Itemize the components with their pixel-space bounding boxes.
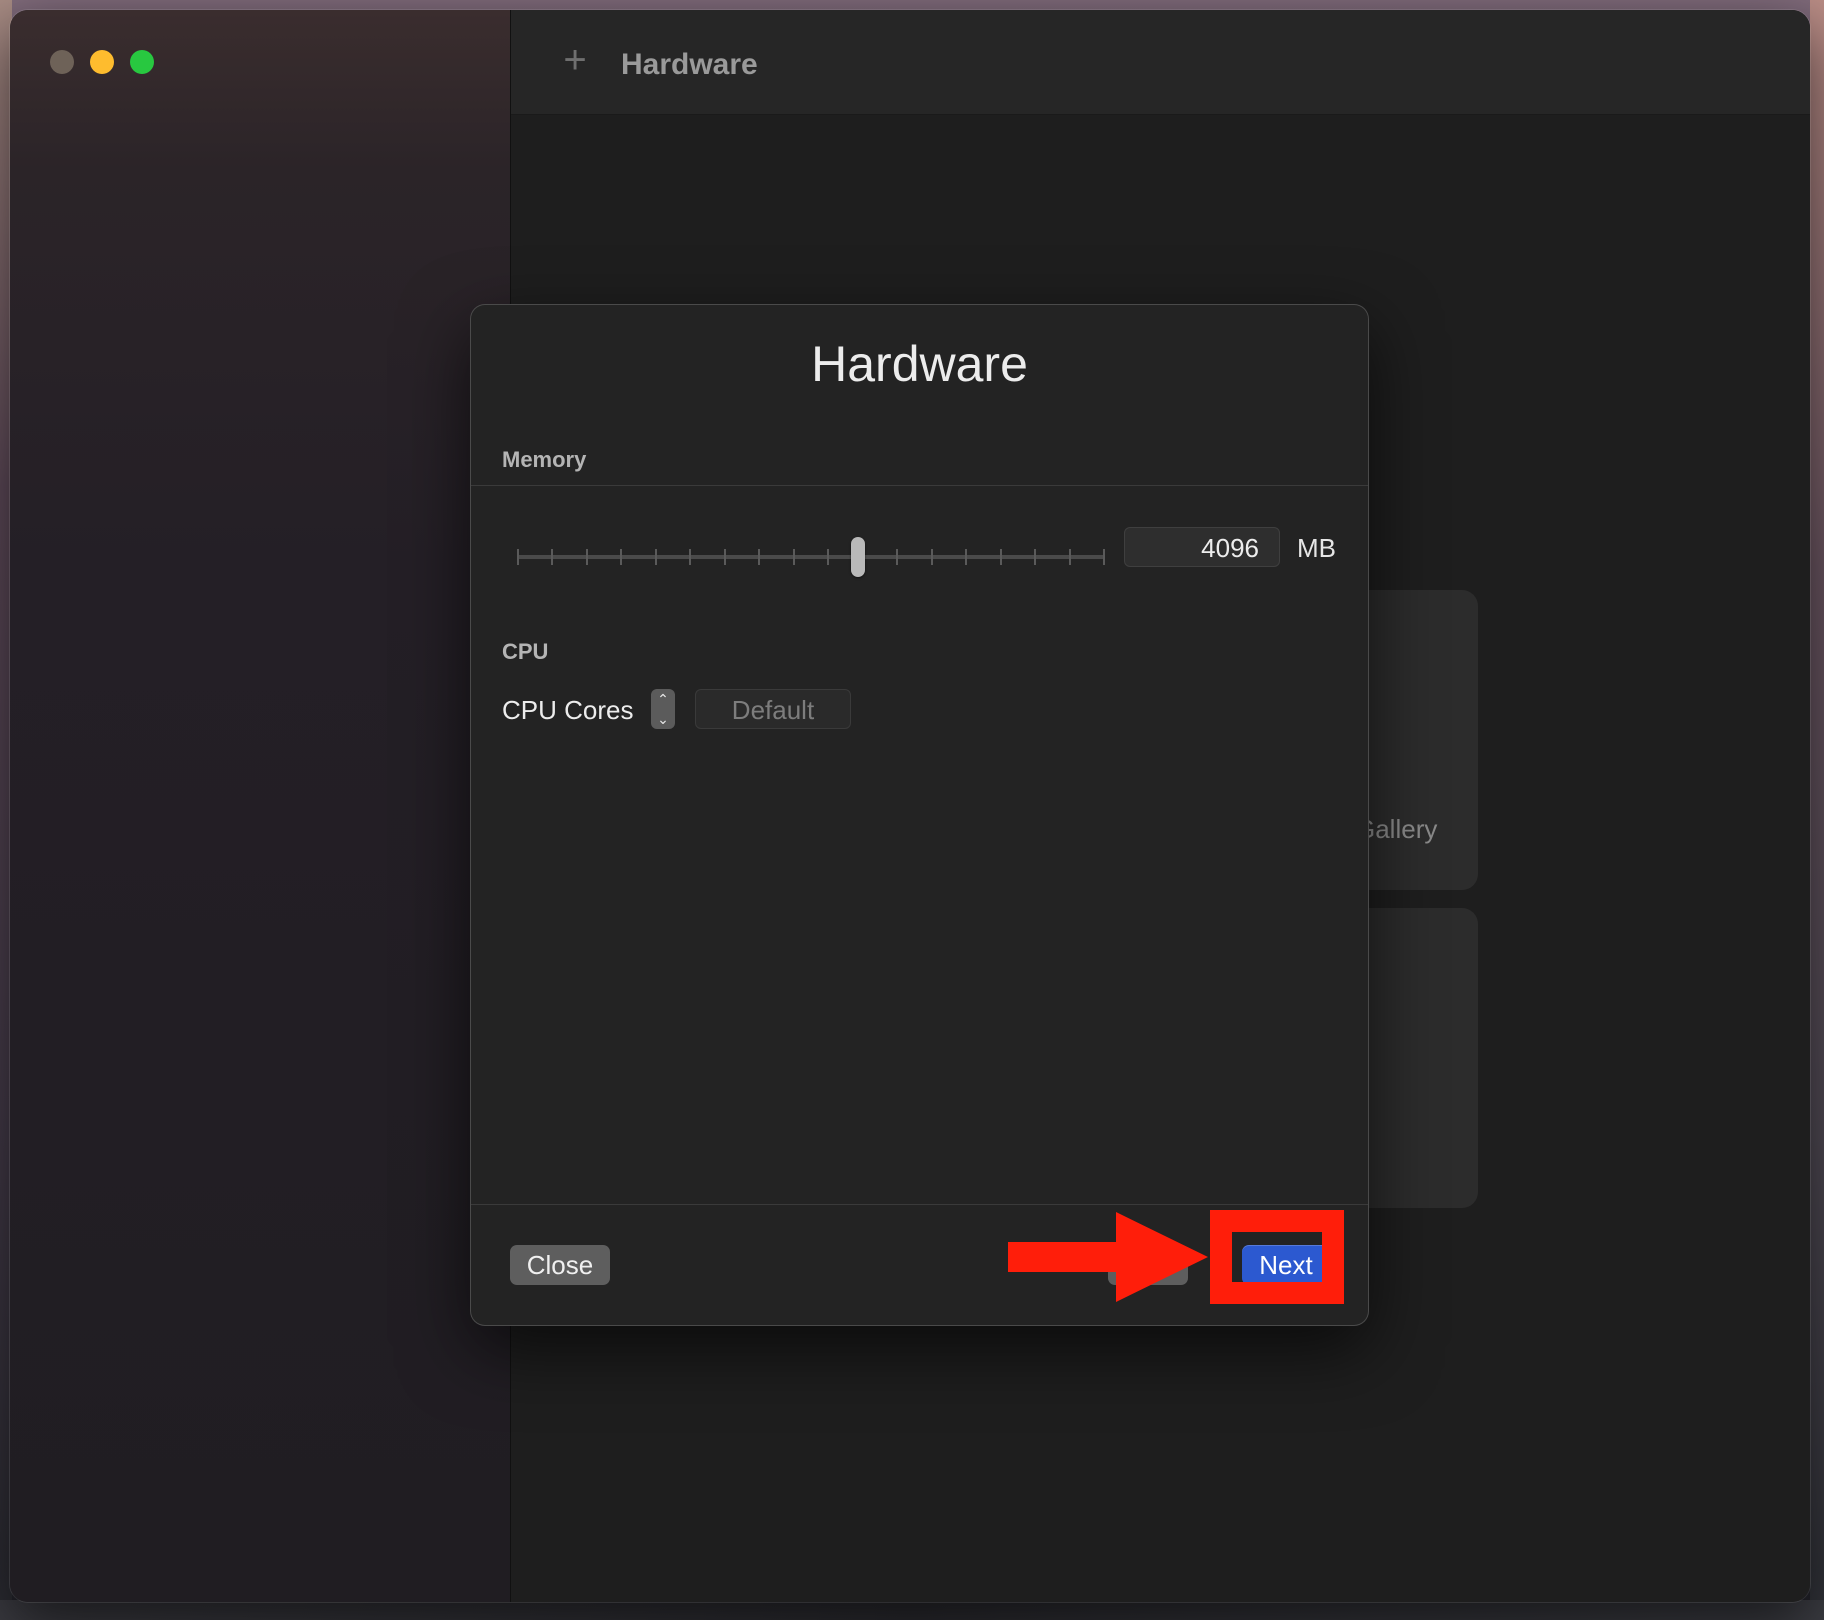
slider-tick bbox=[1068, 549, 1071, 565]
cpu-cores-label: CPU Cores bbox=[502, 695, 634, 725]
slider-tick bbox=[792, 549, 795, 565]
slider-tick bbox=[551, 549, 554, 565]
slider-tick bbox=[517, 549, 519, 565]
slider-tick bbox=[758, 549, 761, 565]
slider-thumb[interactable] bbox=[851, 537, 866, 577]
slider-tick bbox=[965, 549, 968, 565]
slider-tick bbox=[585, 549, 588, 565]
slider-tick bbox=[723, 549, 726, 565]
sidebar bbox=[10, 10, 511, 1602]
window-minimize-button[interactable] bbox=[90, 50, 114, 74]
slider-tick bbox=[620, 549, 623, 565]
close-button[interactable]: Close bbox=[510, 1245, 610, 1285]
desktop-wallpaper-right bbox=[1810, 0, 1824, 1620]
hardware-dialog: Hardware Memory 4096 MB CPU CPU Cores ⌃ … bbox=[471, 305, 1368, 1325]
slider-tick bbox=[654, 549, 657, 565]
memory-section-label: Memory bbox=[502, 447, 587, 472]
cpu-section-label: CPU bbox=[502, 639, 549, 664]
toolbar-title: Hardware bbox=[621, 48, 758, 81]
memory-unit-label: MB bbox=[1297, 533, 1336, 563]
slider-tick bbox=[827, 549, 830, 565]
app-window: + Hardware Gallery Hardware Memory 4096 … bbox=[10, 10, 1810, 1602]
slider-tick bbox=[1103, 549, 1105, 565]
cpu-cores-stepper[interactable]: ⌃ ⌄ bbox=[651, 689, 675, 729]
window-zoom-button[interactable] bbox=[130, 50, 154, 74]
slider-tick bbox=[930, 549, 933, 565]
cpu-cores-field[interactable]: Default bbox=[695, 689, 851, 729]
slider-tick bbox=[1034, 549, 1037, 565]
slider-tick bbox=[896, 549, 899, 565]
toolbar: + Hardware bbox=[511, 10, 1810, 115]
window-close-button[interactable] bbox=[50, 50, 74, 74]
desktop-wallpaper-bottom bbox=[0, 1600, 1824, 1620]
plus-icon[interactable]: + bbox=[555, 40, 595, 80]
chevron-up-icon[interactable]: ⌃ bbox=[651, 689, 675, 709]
dialog-title: Hardware bbox=[811, 336, 1028, 392]
memory-value-field[interactable]: 4096 bbox=[1124, 527, 1280, 567]
slider-track bbox=[517, 555, 1105, 559]
slider-tick bbox=[689, 549, 692, 565]
divider bbox=[471, 485, 1368, 486]
divider bbox=[471, 1204, 1368, 1205]
slider-tick bbox=[999, 549, 1002, 565]
chevron-down-icon[interactable]: ⌄ bbox=[651, 709, 675, 729]
red-arrow-right-icon bbox=[1008, 1212, 1208, 1302]
memory-slider[interactable] bbox=[517, 535, 1105, 579]
highlight-box bbox=[1210, 1210, 1344, 1304]
